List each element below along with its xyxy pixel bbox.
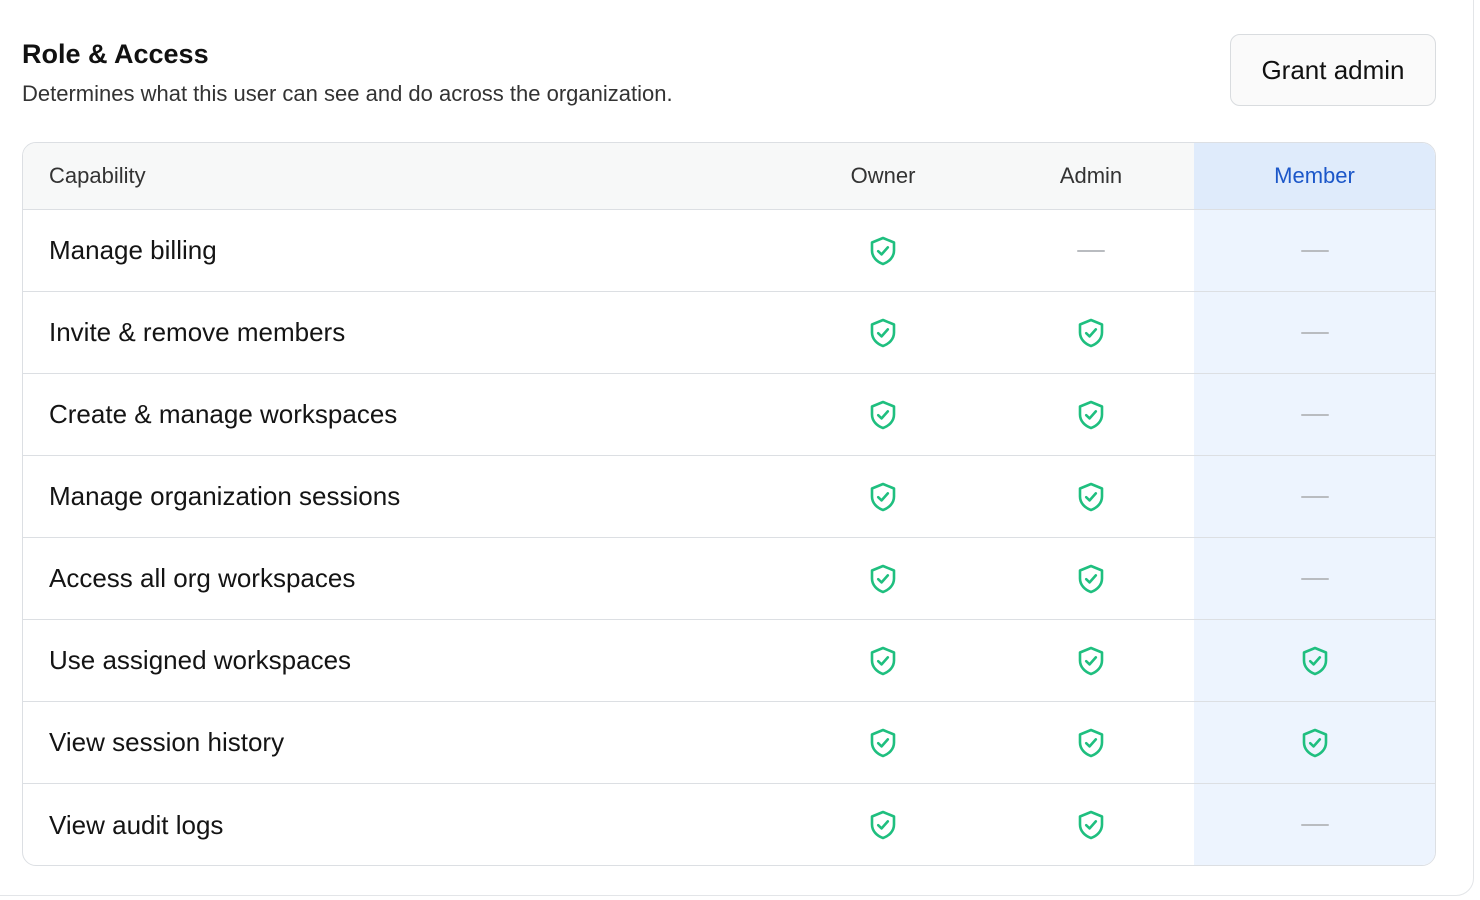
admin-permission-cell	[991, 538, 1191, 619]
shield-check-icon	[869, 400, 897, 430]
admin-permission-cell	[991, 456, 1191, 537]
capability-cell: Create & manage workspaces	[49, 374, 789, 455]
section-header: Role & Access Determines what this user …	[22, 34, 1436, 108]
dash-icon	[1300, 824, 1329, 826]
dash-icon	[1077, 249, 1105, 252]
section-subtitle: Determines what this user can see and do…	[22, 81, 673, 106]
member-permission-cell	[1194, 538, 1435, 619]
capability-cell: View audit logs	[49, 784, 789, 865]
owner-permission-cell	[783, 210, 983, 291]
owner-permission-cell	[783, 620, 983, 701]
dash-icon	[1300, 577, 1329, 580]
header-capability: Capability	[49, 143, 789, 209]
member-permission-cell	[1194, 702, 1435, 783]
section-title: Role & Access	[22, 39, 209, 69]
shield-check-icon	[1077, 646, 1105, 676]
header-owner: Owner	[783, 143, 983, 209]
capability-cell: View session history	[49, 702, 789, 783]
header-owner-label: Owner	[850, 163, 916, 188]
capability-cell: Use assigned workspaces	[49, 620, 789, 701]
owner-permission-cell	[783, 538, 983, 619]
capability-label: Create & manage workspaces	[49, 399, 398, 429]
member-permission-cell	[1194, 292, 1435, 373]
table-row: Create & manage workspaces	[23, 374, 1435, 456]
capability-cell: Access all org workspaces	[49, 538, 789, 619]
shield-check-icon	[869, 482, 897, 512]
header-member: Member	[1194, 143, 1435, 209]
dash-icon	[1300, 331, 1329, 334]
table-row: Manage organization sessions	[23, 456, 1435, 538]
admin-permission-cell	[991, 210, 1191, 291]
owner-permission-cell	[783, 702, 983, 783]
shield-check-icon	[869, 810, 897, 840]
member-permission-cell	[1194, 210, 1435, 291]
shield-check-icon	[869, 564, 897, 594]
capability-label: Manage billing	[49, 235, 217, 265]
table-row: Use assigned workspaces	[23, 620, 1435, 702]
owner-permission-cell	[783, 374, 983, 455]
shield-check-icon	[1077, 482, 1105, 512]
admin-permission-cell	[991, 784, 1191, 865]
owner-permission-cell	[783, 292, 983, 373]
capability-cell: Invite & remove members	[49, 292, 789, 373]
table-header-row: Capability Owner Admin Member	[23, 143, 1435, 210]
member-permission-cell	[1194, 374, 1435, 455]
header-member-label: Member	[1274, 163, 1355, 188]
shield-check-icon	[1077, 810, 1105, 840]
shield-check-icon	[869, 236, 897, 266]
dash-icon	[1300, 413, 1329, 416]
shield-check-icon	[869, 318, 897, 348]
grant-admin-button[interactable]: Grant admin	[1230, 34, 1436, 106]
member-permission-cell	[1194, 456, 1435, 537]
capability-label: Use assigned workspaces	[49, 645, 352, 675]
capability-cell: Manage billing	[49, 210, 789, 291]
table-row: View audit logs	[23, 784, 1435, 865]
member-permission-cell	[1194, 620, 1435, 701]
capability-label: View audit logs	[49, 809, 224, 840]
shield-check-icon	[869, 646, 897, 676]
owner-permission-cell	[783, 784, 983, 865]
dash-icon	[1300, 495, 1329, 498]
shield-check-icon	[1077, 728, 1105, 758]
shield-check-icon	[869, 728, 897, 758]
admin-permission-cell	[991, 702, 1191, 783]
admin-permission-cell	[991, 374, 1191, 455]
member-permission-cell	[1194, 784, 1435, 865]
capability-cell: Manage organization sessions	[49, 456, 789, 537]
header-capability-label: Capability	[49, 163, 146, 188]
table-row: View session history	[23, 702, 1435, 784]
capability-label: Access all org workspaces	[49, 563, 356, 593]
table-row: Invite & remove members	[23, 292, 1435, 374]
shield-check-icon	[1301, 646, 1329, 676]
shield-check-icon	[1077, 400, 1105, 430]
shield-check-icon	[1301, 728, 1329, 758]
shield-check-icon	[1077, 564, 1105, 594]
capability-label: Invite & remove members	[49, 317, 346, 347]
permissions-table: Capability Owner Admin Member Manage bil…	[22, 142, 1436, 866]
owner-permission-cell	[783, 456, 983, 537]
capability-label: View session history	[49, 727, 285, 757]
table-row: Manage billing	[23, 210, 1435, 292]
header-admin: Admin	[991, 143, 1191, 209]
admin-permission-cell	[991, 620, 1191, 701]
admin-permission-cell	[991, 292, 1191, 373]
header-admin-label: Admin	[1059, 163, 1123, 188]
shield-check-icon	[1077, 318, 1105, 348]
dash-icon	[1300, 249, 1329, 252]
table-row: Access all org workspaces	[23, 538, 1435, 620]
capability-label: Manage organization sessions	[49, 481, 401, 511]
